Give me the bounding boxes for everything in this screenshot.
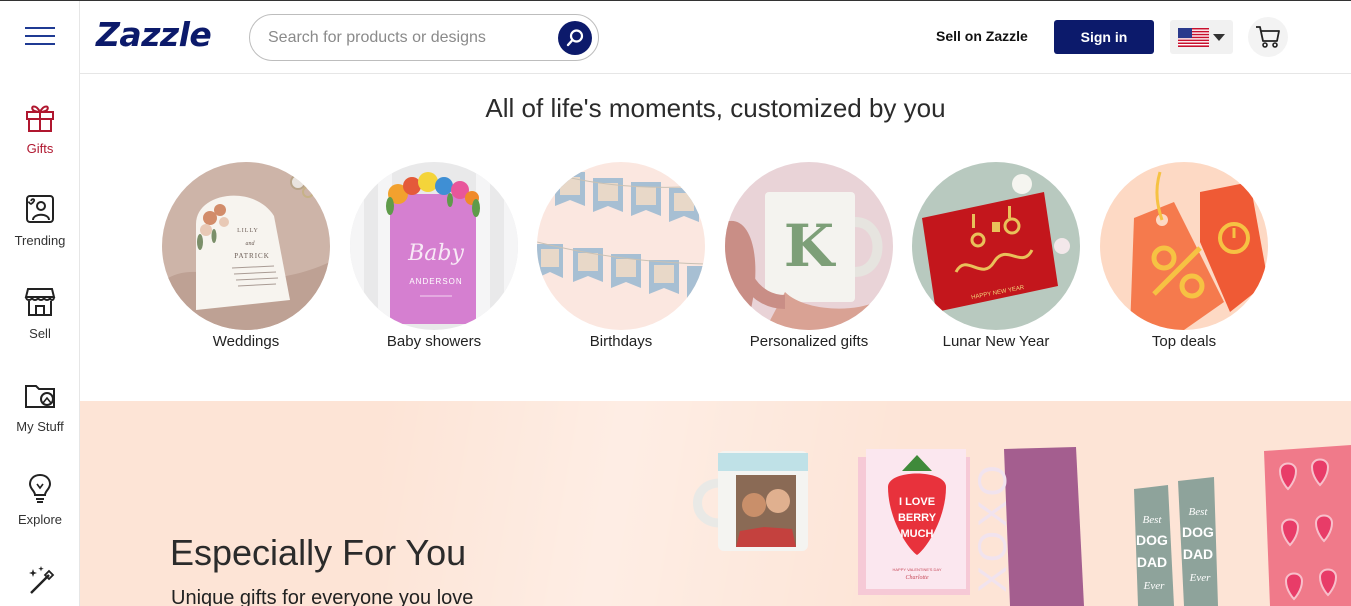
magic-wand-icon — [29, 566, 55, 594]
sidebar-item-gifts[interactable]: Gifts — [0, 100, 80, 156]
weddings-image: LILLY and PATRICK — [162, 162, 330, 330]
sock-left-line-2: DOG — [1136, 532, 1168, 548]
cart-icon — [1256, 26, 1280, 48]
chevron-down-icon — [1213, 34, 1225, 41]
mug-letter: K — [784, 212, 837, 280]
sock-right-line-4: Ever — [1189, 572, 1211, 584]
sidebar-item-label: Trending — [14, 233, 66, 248]
sidebar-item-my-stuff[interactable]: My Stuff — [0, 378, 80, 434]
banner-products-image: I LOVE BERRY MUCH HAPPY VALENTINE'S DAY … — [693, 445, 1351, 606]
page-headline: All of life's moments, customized by you — [485, 93, 946, 123]
wedding-card-name-1: LILLY — [237, 228, 259, 234]
baby-sign-script: Baby — [407, 241, 464, 266]
category-label: Lunar New Year — [942, 333, 1050, 350]
sock-left-line-4: Ever — [1143, 580, 1165, 592]
sidebar-item-create[interactable] — [0, 563, 80, 597]
valentine-card-signature: Charlotte — [905, 575, 928, 581]
category-weddings[interactable]: LILLY and PATRICK Weddings — [162, 162, 330, 350]
sock-right-line-2: DOG — [1182, 524, 1214, 540]
birthdays-image — [537, 162, 705, 330]
sidebar-item-label: Sell — [29, 326, 51, 341]
category-label: Birthdays — [589, 333, 653, 350]
category-birthdays[interactable]: Birthdays — [537, 162, 705, 350]
category-label: Top deals — [1151, 333, 1217, 350]
zazzle-logo[interactable]: Zazzle — [96, 15, 212, 54]
category-label: Baby showers — [386, 333, 482, 350]
xo-pillow-text: XOXO — [971, 461, 1015, 593]
category-label: Personalized gifts — [749, 333, 869, 350]
sidebar-item-label: Gifts — [26, 141, 54, 156]
sidebar-item-sell[interactable]: Sell — [0, 285, 80, 341]
sock-right-line-1: Best — [1189, 506, 1209, 518]
wedding-card-name-2: PATRICK — [234, 252, 270, 260]
category-lunar-new-year[interactable]: HAPPY NEW YEAR Lunar New Year — [912, 162, 1080, 350]
baby-showers-image: Baby ANDERSON — [350, 162, 518, 330]
sell-on-zazzle-link[interactable]: Sell on Zazzle — [936, 28, 1028, 44]
banner-title: Especially For You — [170, 532, 467, 573]
sidebar-item-label: Explore — [17, 512, 63, 527]
personalized-gifts-image: K — [725, 162, 893, 330]
search-icon — [566, 29, 584, 47]
valentine-card-line-2: BERRY — [898, 512, 937, 524]
folder-icon — [25, 385, 55, 408]
us-flag-icon — [1178, 28, 1209, 47]
left-sidebar: Gifts Trending Sell My Stuff Explore — [0, 1, 80, 606]
valentine-card-line-4: HAPPY VALENTINE'S DAY — [892, 567, 941, 572]
category-personalized-gifts[interactable]: K Personalized gifts — [725, 162, 893, 350]
category-top-deals[interactable]: Top deals — [1100, 162, 1268, 350]
store-icon — [24, 288, 56, 316]
lunar-new-year-image: HAPPY NEW YEAR — [912, 162, 1080, 330]
top-header: Zazzle Sell on Zazzle Sign in — [80, 1, 1351, 74]
sign-in-button[interactable]: Sign in — [1054, 20, 1154, 54]
valentine-card-line-3: MUCH — [901, 528, 934, 540]
sidebar-item-label: My Stuff — [16, 419, 64, 434]
trending-icon — [26, 195, 54, 223]
banner-subtitle: Unique gifts for everyone you love — [171, 587, 474, 606]
sock-left-line-1: Best — [1143, 514, 1163, 526]
gift-icon — [26, 105, 54, 132]
category-baby-showers[interactable]: Baby ANDERSON Baby showers — [350, 162, 518, 350]
baby-sign-name: ANDERSON — [409, 277, 462, 286]
lightbulb-icon — [28, 473, 52, 503]
cart-button[interactable] — [1248, 17, 1288, 57]
search-input[interactable] — [268, 27, 548, 49]
category-label: Weddings — [212, 333, 280, 350]
top-deals-image — [1100, 162, 1268, 330]
especially-for-you-banner[interactable]: Especially For You Unique gifts for ever… — [80, 401, 1351, 606]
sock-left-line-3: DAD — [1137, 554, 1167, 570]
menu-hamburger-icon[interactable] — [25, 27, 55, 47]
sock-right-line-3: DAD — [1183, 546, 1213, 562]
search-button[interactable] — [558, 21, 592, 55]
sidebar-item-trending[interactable]: Trending — [0, 192, 80, 248]
valentine-card-line-1: I LOVE — [899, 496, 935, 508]
search-bar — [249, 14, 599, 61]
country-selector[interactable] — [1170, 20, 1233, 54]
wedding-card-and: and — [246, 241, 256, 247]
sidebar-item-explore[interactable]: Explore — [0, 471, 80, 527]
